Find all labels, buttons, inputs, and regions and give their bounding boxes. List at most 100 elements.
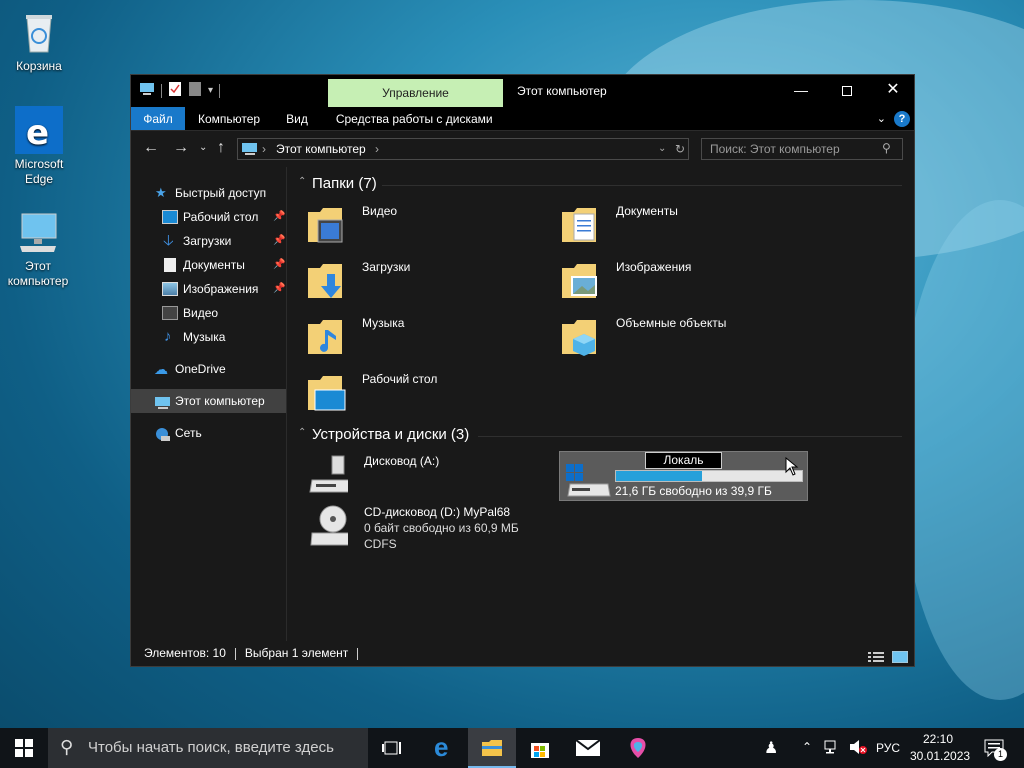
nav-label: Быстрый доступ [175,186,267,200]
address-dropdown-icon[interactable]: ⌄ [658,139,666,159]
ribbon-tabs: Файл Компьютер Вид Средства работы с дис… [131,107,914,131]
windows-logo-icon [15,739,33,757]
maximize-icon [842,86,852,97]
tab-file[interactable]: Файл [131,107,185,130]
collapse-chevron-icon[interactable]: ⌃ [298,176,306,187]
pin-icon[interactable]: 📌 [273,229,285,253]
context-tab-manage[interactable]: Управление [328,79,503,107]
properties-icon[interactable] [168,81,182,100]
qat-dropdown-icon[interactable]: ▾ [208,85,213,96]
quick-access-toolbar: ▾ [139,81,221,100]
folder-tile-documents[interactable]: Документы [560,202,810,250]
tab-computer[interactable]: Компьютер [185,107,273,130]
taskbar-edge[interactable]: e [420,728,468,768]
folder-tile-videos[interactable]: Видео [306,202,556,250]
pin-icon[interactable]: 📌 [273,253,285,277]
folder-name: Видео [362,204,398,218]
desktop-icon-this-pc[interactable]: Этот компьютер [0,208,76,289]
computer-icon [14,208,62,256]
edge-icon: e [434,732,449,762]
nav-item-onedrive[interactable]: ☁ OneDrive [131,357,286,381]
nav-item-documents[interactable]: Документы 📌 [131,253,286,277]
cloud-icon: ☁ [154,361,168,377]
maximize-button[interactable] [824,75,870,105]
input-language[interactable]: РУС [876,741,900,755]
computer-icon [139,82,155,99]
recycle-bin-icon [15,8,63,56]
video-folder-icon [308,208,343,243]
explorer-window: ▾ Управление Этот компьютер — ✕ Файл Ком… [130,74,915,667]
status-bar: Элементов: 10 Выбран 1 элемент [131,641,914,666]
action-center-button[interactable]: 1 [976,728,1024,768]
folder-tile-downloads[interactable]: Загрузки [306,258,556,306]
clock-time[interactable]: 22:10 [923,732,953,746]
tiles-view-icon[interactable] [891,647,909,672]
taskbar-file-explorer[interactable] [468,728,516,768]
cd-drive-icon [310,505,348,546]
recent-locations-icon[interactable]: ⌄ [199,142,207,153]
forward-button[interactable]: → [173,139,189,157]
folder-tile-desktop[interactable]: Рабочий стол [306,370,556,418]
expand-ribbon-icon[interactable]: ⌄ [877,112,886,125]
document-icon [164,258,176,272]
desktop-icon-edge[interactable]: e Microsoft Edge [1,106,77,187]
drive-filesystem: CDFS [364,537,397,551]
up-button[interactable]: ↑ [217,139,225,157]
taskbar-mail[interactable] [564,728,612,768]
people-icon[interactable]: ♟ [764,738,778,758]
nav-item-pictures[interactable]: Изображения 📌 [131,277,286,301]
taskbar-paint3d[interactable] [614,728,662,768]
computer-icon [154,394,170,409]
task-view-button[interactable] [368,728,416,768]
new-folder-icon[interactable] [188,81,202,100]
folder-tile-pictures[interactable]: Изображения [560,258,810,306]
nav-item-desktop[interactable]: Рабочий стол 📌 [131,205,286,229]
taskbar-search-input[interactable]: Чтобы начать поиск, введите здесь [48,728,368,768]
folder-name: Изображения [616,260,692,274]
tab-disk-tools[interactable]: Средства работы с дисками [321,107,508,130]
pin-icon[interactable]: 📌 [273,205,285,229]
drive-free-space: 21,6 ГБ свободно из 39,9 ГБ [615,484,772,498]
address-field[interactable]: › Этот компьютер › ⌄ ↻ [237,138,689,160]
volume-muted-icon[interactable] [849,739,867,758]
help-icon[interactable]: ? [894,111,910,127]
taskbar-store[interactable] [516,728,564,768]
nav-item-this-pc[interactable]: Этот компьютер [131,389,286,413]
drive-name: CD-дисковод (D:) MyPal68 [364,505,511,519]
refresh-icon[interactable]: ↻ [675,139,685,159]
rename-input[interactable]: Локаль [645,452,722,469]
group-header-folders[interactable]: Папки (7) [312,175,377,192]
network-status-icon[interactable] [824,739,840,758]
title-bar[interactable]: ▾ Управление Этот компьютер — ✕ [131,75,914,107]
tab-view[interactable]: Вид [273,107,321,130]
folder-tile-music[interactable]: Музыка [306,314,556,362]
tray-expand-icon[interactable]: ⌃ [802,740,812,754]
folder-tile-3d-objects[interactable]: Объемные объекты [560,314,810,362]
breadcrumb[interactable]: Этот компьютер [276,139,366,159]
file-explorer-icon [482,740,502,756]
clock-date[interactable]: 30.01.2023 [910,749,970,763]
desktop-folder-icon [308,376,346,411]
nav-item-downloads[interactable]: 🡣 Загрузки 📌 [131,229,286,253]
desktop-icon-recycle-bin[interactable]: Корзина [1,8,77,74]
start-button[interactable] [0,728,48,768]
star-icon: ★ [155,185,167,200]
nav-item-quick-access[interactable]: ★ Быстрый доступ [131,181,286,205]
qat-separator [161,83,162,98]
drive-tile-floppy[interactable]: Дисковод (A:) [308,452,558,500]
nav-item-music[interactable]: ♪ Музыка [131,325,286,349]
nav-item-videos[interactable]: Видео [131,301,286,325]
nav-item-network[interactable]: Сеть [131,421,286,445]
search-input[interactable]: Поиск: Этот компьютер [701,138,903,160]
collapse-chevron-icon[interactable]: ⌃ [298,427,306,438]
drive-tile-cd[interactable]: CD-дисковод (D:) MyPal68 0 байт свободно… [308,503,558,563]
back-button[interactable]: ← [143,139,159,157]
pin-icon[interactable]: 📌 [273,277,285,301]
details-view-icon[interactable] [868,647,884,672]
group-header-devices[interactable]: Устройства и диски (3) [312,426,469,443]
minimize-button[interactable]: — [778,75,824,105]
drive-tile-local-selected[interactable]: Локаль 21,6 ГБ свободно из 39,9 ГБ [559,451,808,501]
documents-folder-icon [562,208,596,242]
window-title: Этот компьютер [517,84,607,98]
close-button[interactable]: ✕ [870,75,916,105]
